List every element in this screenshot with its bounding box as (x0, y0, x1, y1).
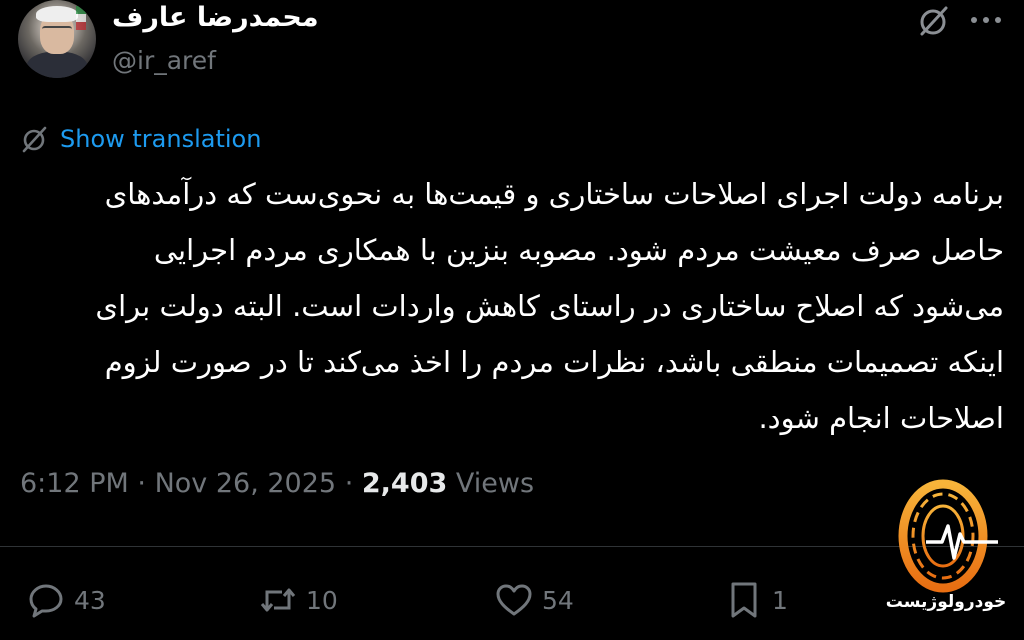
tweet-line: برنامه دولت اجرای اصلاحات ساختاری و قیمت… (104, 177, 1004, 211)
more-icon[interactable] (966, 8, 1006, 32)
repost-count: 10 (306, 585, 338, 615)
grok-icon[interactable] (914, 2, 952, 40)
divider (0, 546, 1024, 547)
bookmark-button[interactable]: 1 (724, 580, 788, 620)
views-count: 2,403 (361, 468, 448, 499)
repost-button[interactable]: 10 (258, 580, 338, 620)
tweet-line: حاصل صرف معیشت مردم شود. مصوبه بنزین با … (153, 233, 1004, 267)
author-display-name[interactable]: محمدرضا عارف (112, 2, 319, 33)
like-count: 54 (542, 585, 574, 615)
repost-icon (260, 588, 296, 612)
reply-icon (29, 584, 63, 618)
reply-count: 43 (74, 585, 106, 615)
author-handle[interactable]: @ir_aref (112, 46, 216, 75)
tweet-date[interactable]: Nov 26, 2025 (155, 468, 337, 499)
views-label: Views (455, 468, 535, 499)
bookmark-count: 1 (772, 585, 788, 615)
tweet-page: محمدرضا عارف @ir_aref Show translation ب… (0, 0, 1024, 640)
show-translation-link[interactable]: Show translation (60, 125, 261, 153)
tweet-line: اصلاحات انجام شود. (758, 401, 1004, 435)
tweet-line: اینکه تصمیمات منطقی باشد، نظرات مردم را … (104, 345, 1004, 379)
tweet-time[interactable]: 6:12 PM (20, 468, 129, 499)
watermark-text: خودرولوژیست (885, 592, 1007, 612)
translate-row[interactable]: Show translation (18, 122, 261, 156)
meta-separator: · (137, 468, 146, 499)
avatar[interactable] (18, 0, 96, 78)
tweet-line: می‌شود که اصلاح ساختاری در راستای کاهش و… (95, 289, 1004, 323)
tweet-text: برنامه دولت اجرای اصلاحات ساختاری و قیمت… (20, 166, 1004, 446)
tweet-meta: 6:12 PM · Nov 26, 2025 · 2,403 Views (20, 468, 534, 499)
meta-separator: · (344, 468, 354, 499)
translate-icon (22, 126, 47, 153)
like-icon (496, 584, 532, 616)
like-button[interactable]: 54 (494, 580, 574, 620)
bookmark-icon (731, 582, 757, 618)
reply-button[interactable]: 43 (26, 580, 106, 620)
